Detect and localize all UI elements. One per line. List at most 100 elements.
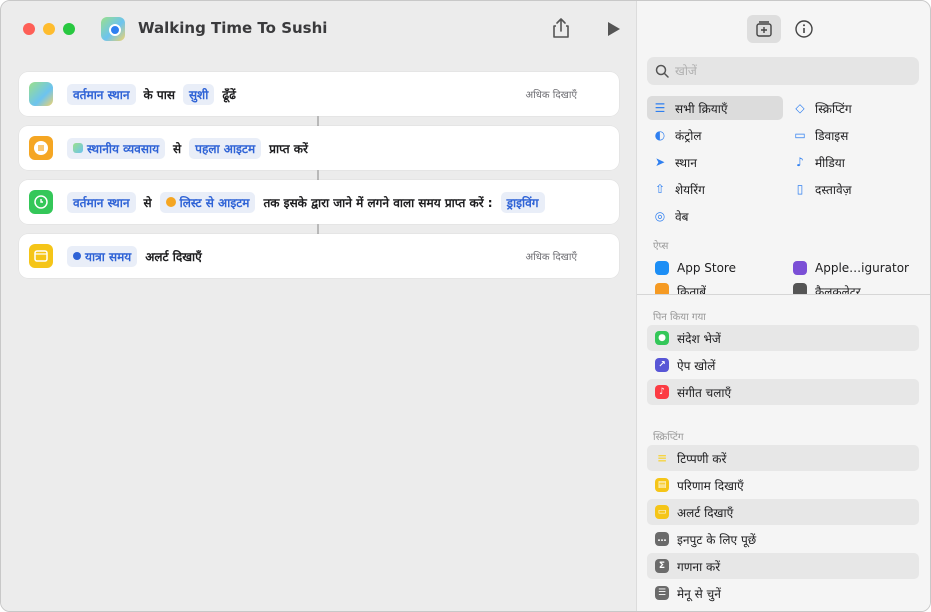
app-label: App Store xyxy=(677,261,736,275)
pinned-play-music[interactable]: ♪ संगीत चलाएँ xyxy=(647,379,919,405)
title-bar: Walking Time To Sushi xyxy=(1,1,636,57)
result-icon: ▤ xyxy=(655,478,669,492)
category-documents[interactable]: ▯ दस्तावेज़ xyxy=(787,177,923,201)
action-text: से xyxy=(173,141,182,156)
category-sharing[interactable]: ⇧ शेयरिंग xyxy=(647,177,783,201)
business-token[interactable]: स्थानीय व्यवसाय xyxy=(67,137,166,159)
script-calculate[interactable]: Σ गणना करें xyxy=(647,553,919,579)
script-choose-menu[interactable]: ☰ मेनू से चुनें xyxy=(647,580,919,606)
script-show-result[interactable]: ▤ परिणाम दिखाएँ xyxy=(647,472,919,498)
script-ask-input[interactable]: … इनपुट के लिए पूछें xyxy=(647,526,919,552)
maps-icon xyxy=(29,82,53,106)
sigma-icon: Σ xyxy=(655,559,669,573)
show-more-link[interactable]: अधिक दिखाएँ xyxy=(526,87,577,101)
details-tab[interactable] xyxy=(787,15,821,43)
action-text: से xyxy=(143,195,152,210)
category-label: सभी क्रियाएँ xyxy=(675,101,728,116)
pinned-open-app[interactable]: ↗ ऐप खोलें xyxy=(647,352,919,378)
message-icon: ● xyxy=(655,331,669,345)
row-label: मेनू से चुनें xyxy=(677,586,721,601)
close-window-button[interactable] xyxy=(23,23,35,35)
list-mini-icon xyxy=(165,197,176,207)
action-get-item[interactable]: स्थानीय व्यवसाय से पहला आइटम प्राप्त करे… xyxy=(19,126,619,170)
action-text: प्राप्त करें xyxy=(269,141,308,156)
category-label: स्थान xyxy=(675,155,697,170)
input-icon: … xyxy=(655,532,669,546)
category-label: मीडिया xyxy=(815,155,845,170)
category-location[interactable]: ➤ स्थान xyxy=(647,150,783,174)
comment-icon: ≡ xyxy=(656,451,668,465)
location-token[interactable]: वर्तमान स्थान xyxy=(67,191,136,213)
shortcuts-window: Walking Time To Sushi वर्तमान स्थान के प… xyxy=(0,0,931,612)
row-label: ऐप खोलें xyxy=(677,358,716,373)
run-button[interactable] xyxy=(604,20,622,38)
monitor-icon: ▭ xyxy=(794,128,806,142)
list-item-token[interactable]: लिस्ट से आइटम xyxy=(159,191,256,213)
toggle-icon: ◐ xyxy=(654,128,666,142)
open-app-icon: ↗ xyxy=(655,358,669,372)
action-content: स्थानीय व्यवसाय से पहला आइटम प्राप्त करे… xyxy=(67,126,308,170)
category-label: दस्तावेज़ xyxy=(815,182,852,197)
maps-app-icon xyxy=(101,17,125,41)
business-token-label: स्थानीय व्यवसाय xyxy=(87,141,160,156)
play-icon xyxy=(608,22,620,36)
action-text: ढूँढें xyxy=(222,87,236,102)
app-calculator[interactable]: कैलकुलेटर xyxy=(793,283,861,294)
share-icon xyxy=(553,18,569,38)
action-show-alert[interactable]: यात्रा समय अलर्ट दिखाएँ अधिक दिखाएँ xyxy=(19,234,619,278)
scripting-section-label: स्क्रिप्टिंग xyxy=(653,432,684,443)
category-control[interactable]: ◐ कंट्रोल xyxy=(647,123,783,147)
category-media[interactable]: ♪ मीडिया xyxy=(787,150,923,174)
action-text: तक इसके द्वारा जाने में लगने वाला समय प्… xyxy=(263,195,493,210)
app-books[interactable]: किताबें xyxy=(655,283,706,294)
zoom-window-button[interactable] xyxy=(63,23,75,35)
action-find-places[interactable]: वर्तमान स्थान के पास सुशी ढूँढें अधिक दि… xyxy=(19,72,619,116)
share-icon: ⇧ xyxy=(654,182,666,196)
script-comment[interactable]: ≡ टिप्पणी करें xyxy=(647,445,919,471)
list-item-token-label: लिस्ट से आइटम xyxy=(179,195,250,210)
configurator-icon xyxy=(793,261,807,275)
books-icon xyxy=(655,283,669,294)
search-field[interactable] xyxy=(647,57,919,85)
category-scripting[interactable]: ◇ स्क्रिप्टिंग xyxy=(787,96,923,120)
list-glyph-icon xyxy=(34,141,48,155)
row-label: संगीत चलाएँ xyxy=(677,385,732,400)
apps-section-label: ऐप्स xyxy=(653,241,669,252)
first-item-token[interactable]: पहला आइटम xyxy=(189,137,262,159)
category-label: वेब xyxy=(675,209,689,224)
script-show-alert[interactable]: ▭ अलर्ट दिखाएँ xyxy=(647,499,919,525)
category-label: स्क्रिप्टिंग xyxy=(815,101,852,116)
location-arrow-icon: ➤ xyxy=(654,155,666,169)
action-travel-time[interactable]: वर्तमान स्थान से लिस्ट से आइटम तक इसके द… xyxy=(19,180,619,224)
transport-mode-token[interactable]: ड्राइविंग xyxy=(500,191,545,213)
action-connector xyxy=(317,170,319,180)
pinned-send-message[interactable]: ● संदेश भेजें xyxy=(647,325,919,351)
minimize-window-button[interactable] xyxy=(43,23,55,35)
search-input[interactable] xyxy=(675,62,905,80)
show-more-link[interactable]: अधिक दिखाएँ xyxy=(526,249,577,263)
action-text: के पास xyxy=(143,87,175,102)
category-all-actions[interactable]: ☰ सभी क्रियाएँ xyxy=(647,96,783,120)
category-web[interactable]: ◎ वेब xyxy=(647,204,783,228)
search-icon xyxy=(655,64,669,78)
query-token[interactable]: सुशी xyxy=(182,83,215,105)
row-label: गणना करें xyxy=(677,559,721,574)
library-tab[interactable] xyxy=(747,15,781,43)
window-title: Walking Time To Sushi xyxy=(138,19,328,37)
alert-glyph-icon xyxy=(34,250,48,262)
scripting-icon: ◇ xyxy=(795,101,805,115)
app-apple-configurator[interactable]: Apple…igurator xyxy=(793,257,909,279)
info-icon xyxy=(795,20,813,38)
suggestions-panel: पिन किया गया ● संदेश भेजें ↗ ऐप खोलें ♪ … xyxy=(637,295,930,611)
share-button[interactable] xyxy=(551,17,571,39)
app-app-store[interactable]: App Store xyxy=(655,257,736,279)
travel-time-token-label: यात्रा समय xyxy=(85,249,132,264)
row-label: परिणाम दिखाएँ xyxy=(677,478,744,493)
category-label: कंट्रोल xyxy=(675,128,702,143)
category-device[interactable]: ▭ डिवाइस xyxy=(787,123,923,147)
list-icon xyxy=(29,136,53,160)
location-token[interactable]: वर्तमान स्थान xyxy=(67,83,136,105)
music-icon: ♪ xyxy=(655,385,669,399)
action-connector xyxy=(317,224,319,234)
travel-time-token[interactable]: यात्रा समय xyxy=(67,245,138,267)
